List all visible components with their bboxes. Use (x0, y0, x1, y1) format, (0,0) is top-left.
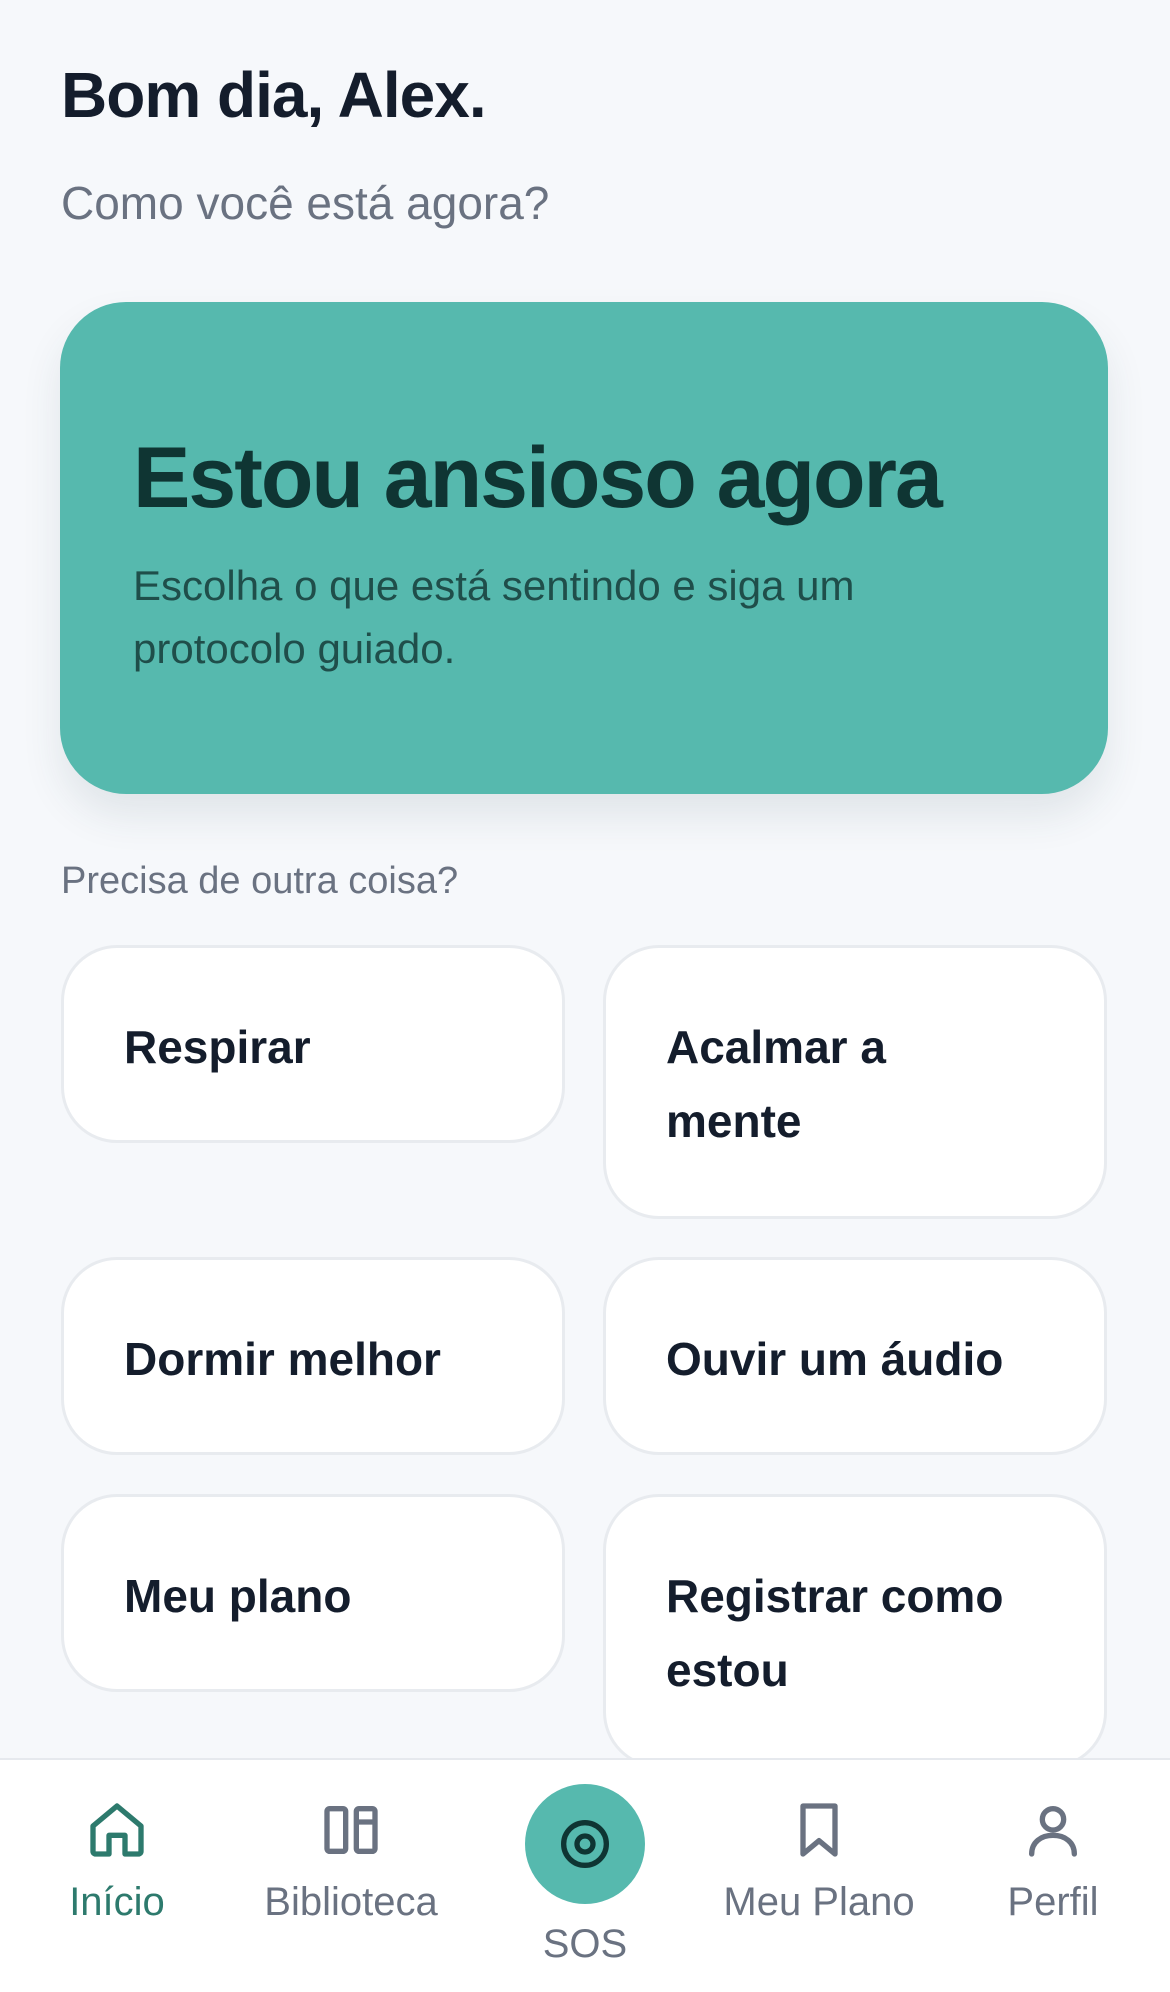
tab-label: SOS (542, 1922, 628, 1966)
greeting-title: Bom dia, Alex. (61, 59, 487, 131)
option-card-label: Acalmar a mente (666, 1021, 886, 1147)
tab-label: Biblioteca (264, 1880, 438, 1924)
tab-label: Início (69, 1880, 165, 1924)
option-card-listen-audio[interactable]: Ouvir um áudio (603, 1257, 1107, 1455)
option-card-sleep-better[interactable]: Dormir melhor (61, 1257, 565, 1455)
option-card-log-mood[interactable]: Registrar como estou (603, 1494, 1107, 1768)
tab-label: Perfil (1007, 1880, 1099, 1924)
section-label: Precisa de outra coisa? (61, 860, 459, 902)
anxious-now-card[interactable]: Estou ansioso agora Escolha o que está s… (60, 302, 1108, 794)
tab-sos[interactable]: SOS (468, 1760, 702, 1992)
option-card-label: Registrar como estou (666, 1570, 1004, 1696)
hero-description: Escolha o que está sentindo e siga um pr… (133, 562, 855, 672)
home-icon (90, 1803, 144, 1857)
option-card-my-plan[interactable]: Meu plano (61, 1494, 565, 1692)
option-card-label: Meu plano (124, 1570, 352, 1622)
sos-button[interactable] (525, 1784, 645, 1904)
tab-profile[interactable]: Perfil (936, 1760, 1170, 1992)
greeting-subtitle: Como você está agora? (61, 177, 550, 229)
option-card-label: Ouvir um áudio (666, 1333, 1004, 1385)
library-icon (324, 1806, 378, 1854)
sos-icon (561, 1820, 609, 1868)
tab-home[interactable]: Início (0, 1760, 234, 1992)
tab-library[interactable]: Biblioteca (234, 1760, 468, 1992)
hero-title: Estou ansioso agora (133, 430, 943, 526)
option-card-calm-mind[interactable]: Acalmar a mente (603, 945, 1107, 1219)
home-screen: Bom dia, Alex. Como você está agora? Est… (0, 0, 1170, 1992)
user-icon (1029, 1806, 1077, 1857)
bottom-tab-bar: Início Biblioteca SOS Meu Plano Perfil (0, 1758, 1170, 1992)
tab-label: Meu Plano (723, 1880, 915, 1924)
bookmark-icon (800, 1803, 838, 1857)
option-card-breathe[interactable]: Respirar (61, 945, 565, 1143)
option-card-label: Dormir melhor (124, 1333, 441, 1385)
option-card-label: Respirar (124, 1021, 311, 1073)
tab-my-plan[interactable]: Meu Plano (702, 1760, 936, 1992)
